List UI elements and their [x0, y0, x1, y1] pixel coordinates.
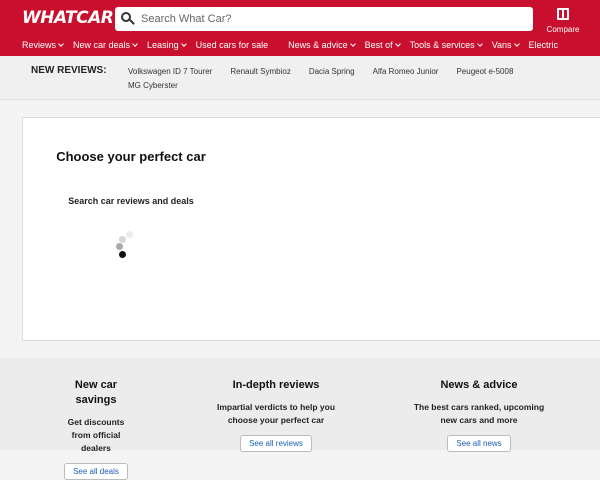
site-header: WHATCAR? Compare Reviews New car deals L… [0, 0, 600, 56]
search-box[interactable] [115, 7, 533, 31]
search-icon [121, 12, 135, 26]
finder-subtitle: Search car reviews and deals [68, 196, 194, 206]
feature-title: News & advice [440, 379, 518, 391]
features-section: New car savings Get discounts from offic… [0, 358, 600, 480]
loading-spinner-icon [116, 231, 136, 261]
new-reviews-bar: NEW REVIEWS: Volkswagen ID 7 Tourer Renau… [0, 56, 600, 100]
compare-button[interactable]: Compare [546, 8, 580, 34]
compare-label: Compare [546, 25, 580, 34]
feature-new-car-savings: New car savings Get discounts from offic… [60, 378, 132, 480]
nav-item-leasing[interactable]: Leasing [147, 40, 187, 50]
chevron-down-icon [394, 40, 401, 47]
chevron-down-icon [349, 40, 356, 47]
review-link[interactable]: Volkswagen ID 7 Tourer [128, 65, 212, 79]
feature-desc: The best cars ranked, upcoming new cars … [413, 402, 545, 425]
review-link[interactable]: Alfa Romeo Junior [373, 65, 439, 79]
chevron-down-icon [132, 40, 138, 47]
chevron-down-icon [180, 40, 187, 47]
main-nav: Reviews New car deals Leasing Used cars … [22, 40, 568, 50]
new-reviews-links: Volkswagen ID 7 Tourer Renault Symbioz Dac… [128, 65, 568, 93]
nav-item-news-advice[interactable]: News & advice [288, 40, 356, 50]
feature-in-depth-reviews: In-depth reviews Impartial verdicts to h… [206, 378, 346, 452]
review-link[interactable]: Dacia Spring [309, 65, 355, 79]
see-all-news-button[interactable]: See all news [447, 435, 511, 452]
review-link[interactable]: MG Cyberster [128, 79, 178, 93]
chevron-down-icon [58, 40, 64, 47]
see-all-reviews-button[interactable]: See all reviews [240, 435, 312, 452]
nav-item-electric[interactable]: Electric [529, 40, 559, 50]
new-reviews-label: NEW REVIEWS: [31, 65, 107, 76]
nav-item-reviews[interactable]: Reviews [22, 40, 64, 50]
nav-item-used-cars[interactable]: Used cars for sale [196, 40, 269, 50]
whatcar-logo[interactable]: WHATCAR? [22, 8, 123, 28]
car-finder-card: Choose your perfect car Search car revie… [22, 117, 600, 341]
feature-desc: Impartial verdicts to help you choose yo… [216, 402, 336, 425]
nav-item-new-car-deals[interactable]: New car deals [73, 40, 138, 50]
feature-desc: Get discounts from official dealers [67, 417, 125, 453]
feature-title: In-depth reviews [232, 379, 320, 391]
nav-item-vans[interactable]: Vans [492, 40, 520, 50]
nav-item-best-of[interactable]: Best of [365, 40, 401, 50]
feature-news-advice: News & advice The best cars ranked, upco… [412, 378, 546, 452]
chevron-down-icon [476, 40, 483, 47]
compare-icon [557, 8, 569, 20]
review-link[interactable]: Peugeot e-5008 [456, 65, 513, 79]
search-input[interactable] [141, 13, 521, 25]
chevron-down-icon [513, 40, 520, 47]
nav-item-tools-services[interactable]: Tools & services [410, 40, 483, 50]
review-link[interactable]: Renault Symbioz [230, 65, 290, 79]
see-all-deals-button[interactable]: See all deals [64, 463, 128, 480]
finder-title: Choose your perfect car [56, 149, 206, 164]
feature-title: New car savings [74, 379, 118, 406]
